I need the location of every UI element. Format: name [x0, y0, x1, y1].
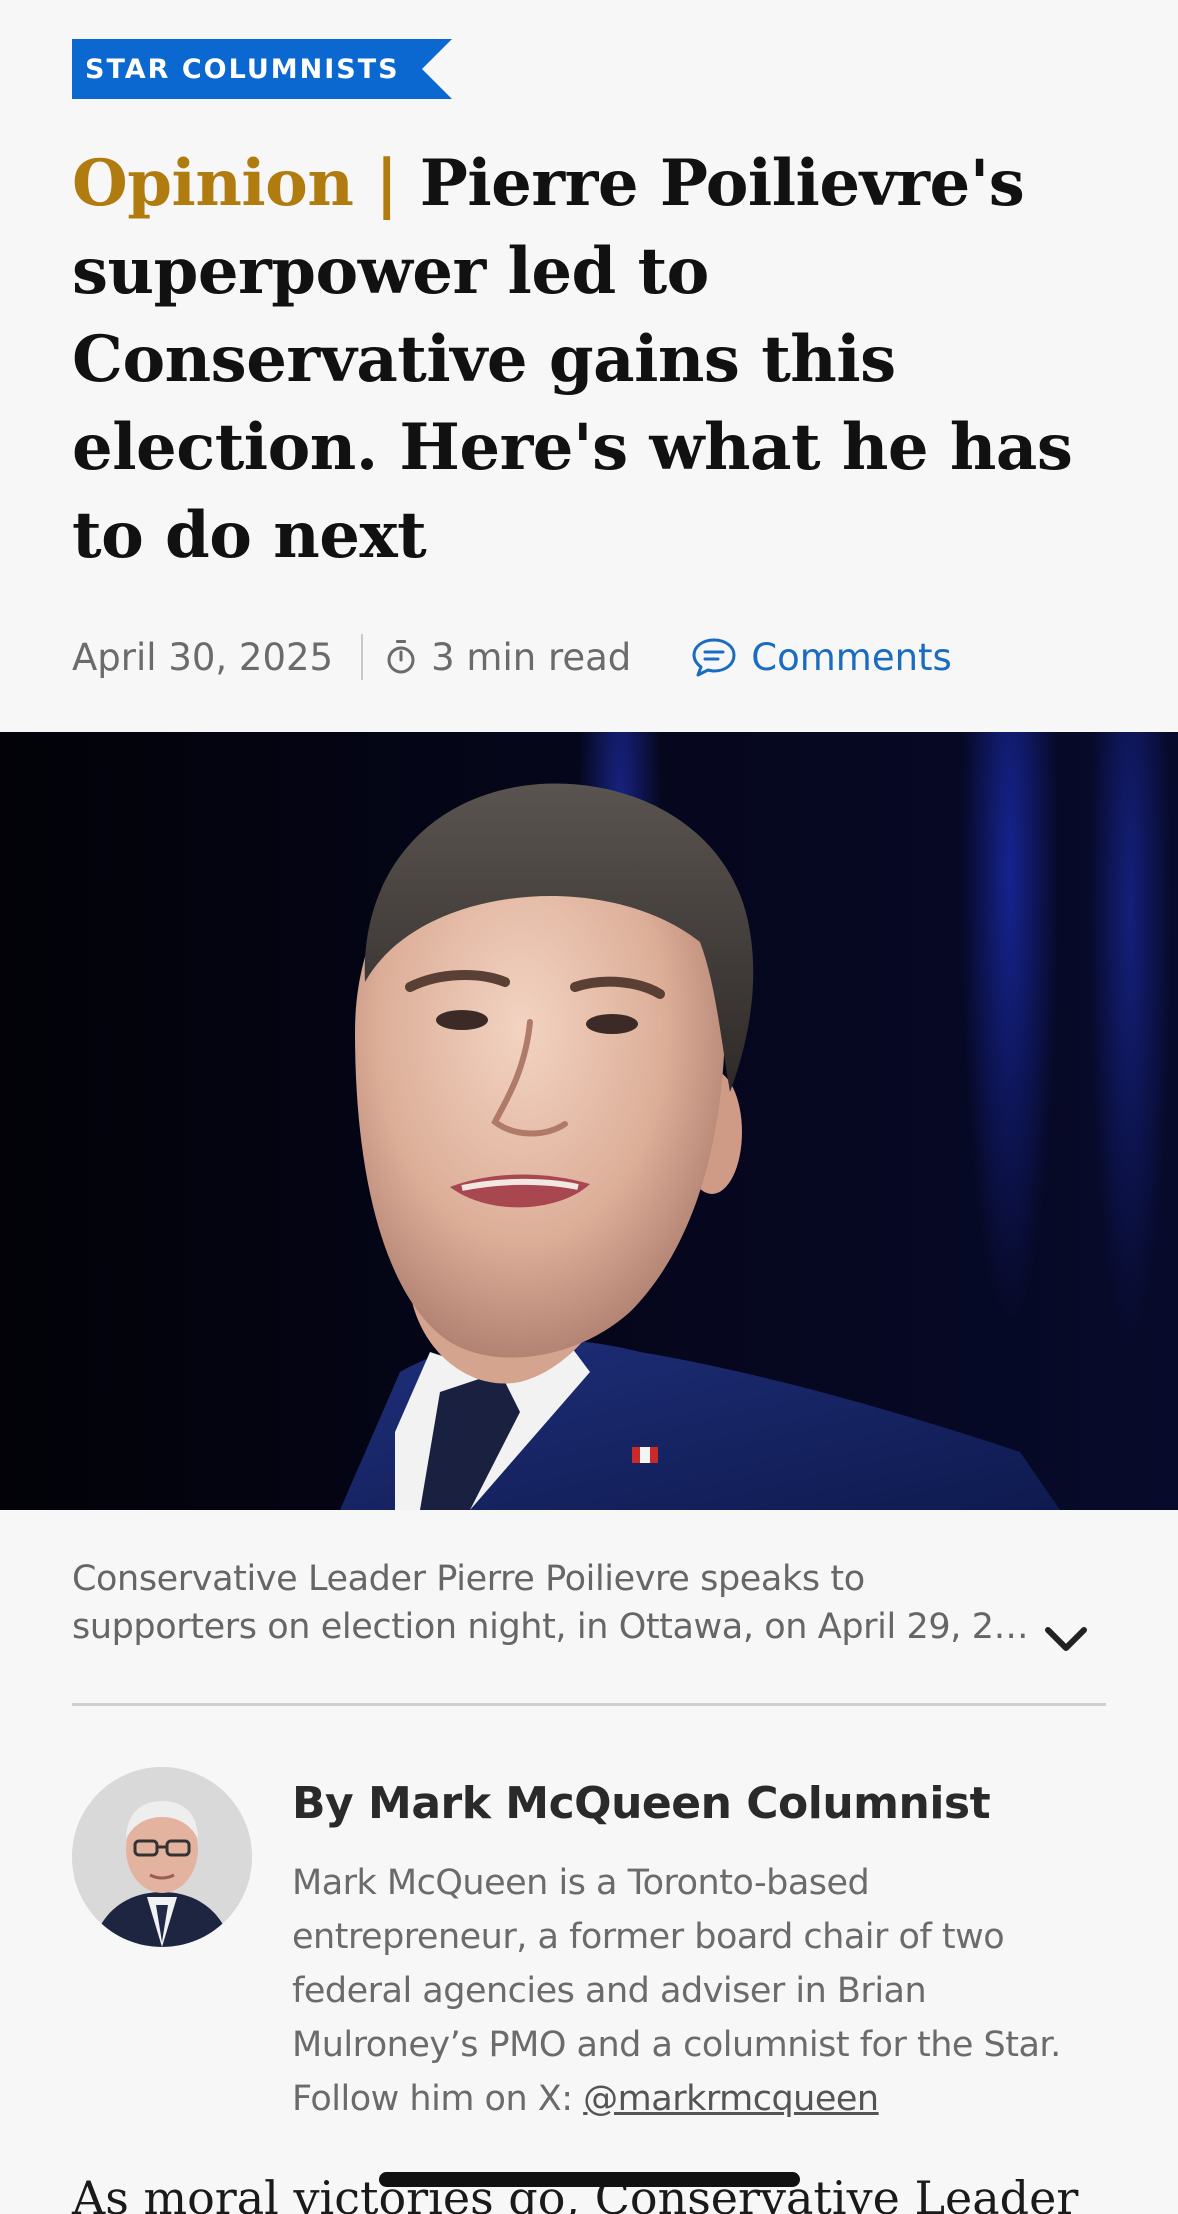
section-badge-label: STAR COLUMNISTS	[72, 39, 422, 99]
author-portrait	[72, 1767, 252, 1947]
headline-kicker: Opinion |	[72, 146, 398, 221]
meta-divider	[361, 634, 364, 680]
section-badge[interactable]: STAR COLUMNISTS	[72, 39, 452, 99]
article-meta: April 30, 2025 3 min read Comments	[72, 625, 952, 689]
author-x-handle-link[interactable]: @markrmcqueen	[583, 2079, 879, 2119]
hero-photo-illustration	[340, 783, 1060, 1510]
photo-caption: Conservative Leader Pierre Poilievre spe…	[72, 1555, 1032, 1651]
badge-notch	[421, 39, 452, 99]
comments-label: Comments	[751, 635, 952, 679]
caption-line-2: supporters on election night, in Ottawa,…	[72, 1607, 1029, 1647]
publish-date: April 30, 2025	[72, 635, 334, 679]
comment-bubble-icon	[692, 638, 736, 677]
author-byline[interactable]: By Mark McQueen Columnist	[292, 1778, 991, 1829]
timer-icon	[387, 640, 415, 674]
home-indicator[interactable]	[379, 2172, 800, 2187]
chevron-down-icon[interactable]	[1040, 1618, 1092, 1658]
author-bio: Mark McQueen is a Toronto-based entrepre…	[292, 1856, 1092, 2126]
headline: Opinion | Pierre Poilievre's superpower …	[72, 140, 1132, 580]
comments-link[interactable]: Comments	[691, 636, 952, 679]
caption-line-1: Conservative Leader Pierre Poilievre spe…	[72, 1559, 865, 1599]
read-time: 3 min read	[431, 635, 632, 679]
hero-photo[interactable]	[0, 732, 1178, 1510]
author-avatar[interactable]	[72, 1767, 252, 1947]
article-page: STAR COLUMNISTS Opinion | Pierre Poiliev…	[0, 0, 1178, 2214]
caption-divider	[72, 1703, 1106, 1706]
